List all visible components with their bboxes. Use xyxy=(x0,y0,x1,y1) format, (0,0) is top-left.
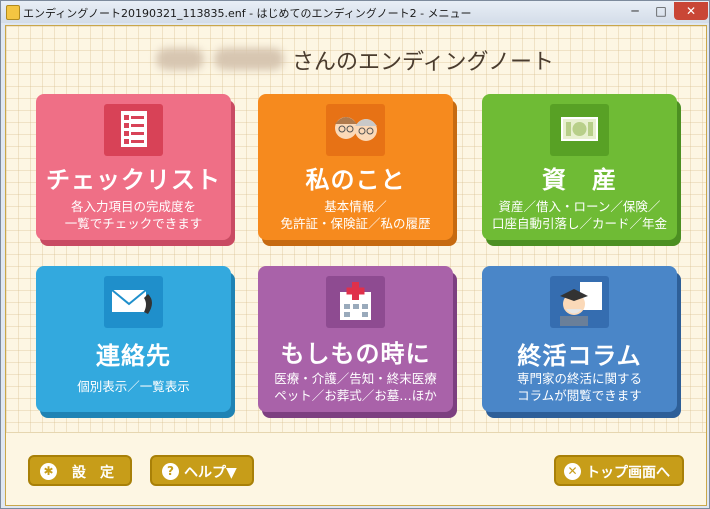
tile-desc-line2: 一覧でチェックできます xyxy=(64,216,203,231)
close-button[interactable]: ✕ xyxy=(674,2,708,20)
hospital-icon xyxy=(326,276,385,328)
top-screen-label: トップ画面へ xyxy=(586,465,670,481)
settings-label: 設 定 xyxy=(72,465,114,481)
tile-title: 私のこと xyxy=(305,166,406,194)
tile-desc-line1: 専門家の終活に関する xyxy=(516,371,642,386)
tile-title: 連絡先 xyxy=(96,342,171,370)
tile-desc-line2: 免許証・保険証／私の履歴 xyxy=(280,216,431,231)
tile-about-me[interactable]: 私のこと 基本情報／ 免許証・保険証／私の履歴 xyxy=(258,94,453,240)
maximize-button[interactable]: □ xyxy=(648,2,674,20)
gear-icon: ✱ xyxy=(40,463,57,480)
envelope-phone-icon xyxy=(104,276,163,328)
minimize-button[interactable]: ─ xyxy=(622,2,648,20)
settings-button[interactable]: ✱ 設 定 xyxy=(28,455,132,486)
tile-desc-line2: コラムが閲覧できます xyxy=(517,388,642,403)
tile-title: 資 産 xyxy=(542,166,617,194)
checklist-icon xyxy=(104,104,163,156)
close-circle-icon: ✕ xyxy=(564,463,581,480)
tile-assets[interactable]: 資 産 資産／借入・ローン／保険／ 口座自動引落し／カード／年金 xyxy=(482,94,677,240)
tile-desc-line1: 各入力項目の完成度を xyxy=(70,199,196,214)
professor-icon xyxy=(550,276,609,328)
tile-column[interactable]: 終活コラム 専門家の終活に関する コラムが閲覧できます xyxy=(482,266,677,412)
bottom-toolbar: ✱ 設 定 ? ヘルプ▼ ✕ トップ画面へ xyxy=(6,432,706,505)
tile-checklist[interactable]: チェックリスト 各入力項目の完成度を 一覧でチェックできます xyxy=(36,94,231,240)
tile-emergency[interactable]: もしもの時に 医療・介護／告知・終末医療 ペット／お葬式／お墓…ほか xyxy=(258,266,453,412)
tile-title: もしもの時に xyxy=(280,340,431,368)
tile-title: チェックリスト xyxy=(46,166,221,194)
question-icon: ? xyxy=(162,463,179,480)
app-window: エンディングノート20190321_113835.enf - はじめてのエンディ… xyxy=(0,0,710,509)
page-title-suffix: さんのエンディングノート xyxy=(292,50,555,75)
help-button[interactable]: ? ヘルプ▼ xyxy=(150,455,254,486)
redacted-name-part xyxy=(214,48,284,70)
tile-desc-line2: ペット／お葬式／お墓…ほか xyxy=(274,388,437,403)
tile-desc-line1: 資産／借入・ローン／保険／ xyxy=(498,199,661,214)
tile-contacts[interactable]: 連絡先 個別表示／一覧表示 xyxy=(36,266,231,412)
elderly-couple-icon xyxy=(326,104,385,156)
window-title: エンディングノート20190321_113835.enf - はじめてのエンディ… xyxy=(23,7,472,20)
help-label: ヘルプ▼ xyxy=(184,465,237,481)
tile-desc-line1: 医療・介護／告知・終末医療 xyxy=(274,371,437,386)
main-menu: さんのエンディングノート チェックリスト 各入力項目の完成度を 一覧でチェックで… xyxy=(5,25,707,506)
tile-desc-line1: 個別表示／一覧表示 xyxy=(77,379,190,394)
money-icon xyxy=(550,104,609,156)
app-icon xyxy=(6,5,20,20)
redacted-name-part xyxy=(156,48,204,70)
tile-title: 終活コラム xyxy=(517,342,642,370)
top-screen-button[interactable]: ✕ トップ画面へ xyxy=(554,455,684,486)
tile-desc-line2: 口座自動引落し／カード／年金 xyxy=(491,216,667,231)
tile-desc-line1: 基本情報／ xyxy=(324,199,387,214)
title-bar[interactable]: エンディングノート20190321_113835.enf - はじめてのエンディ… xyxy=(1,1,709,23)
